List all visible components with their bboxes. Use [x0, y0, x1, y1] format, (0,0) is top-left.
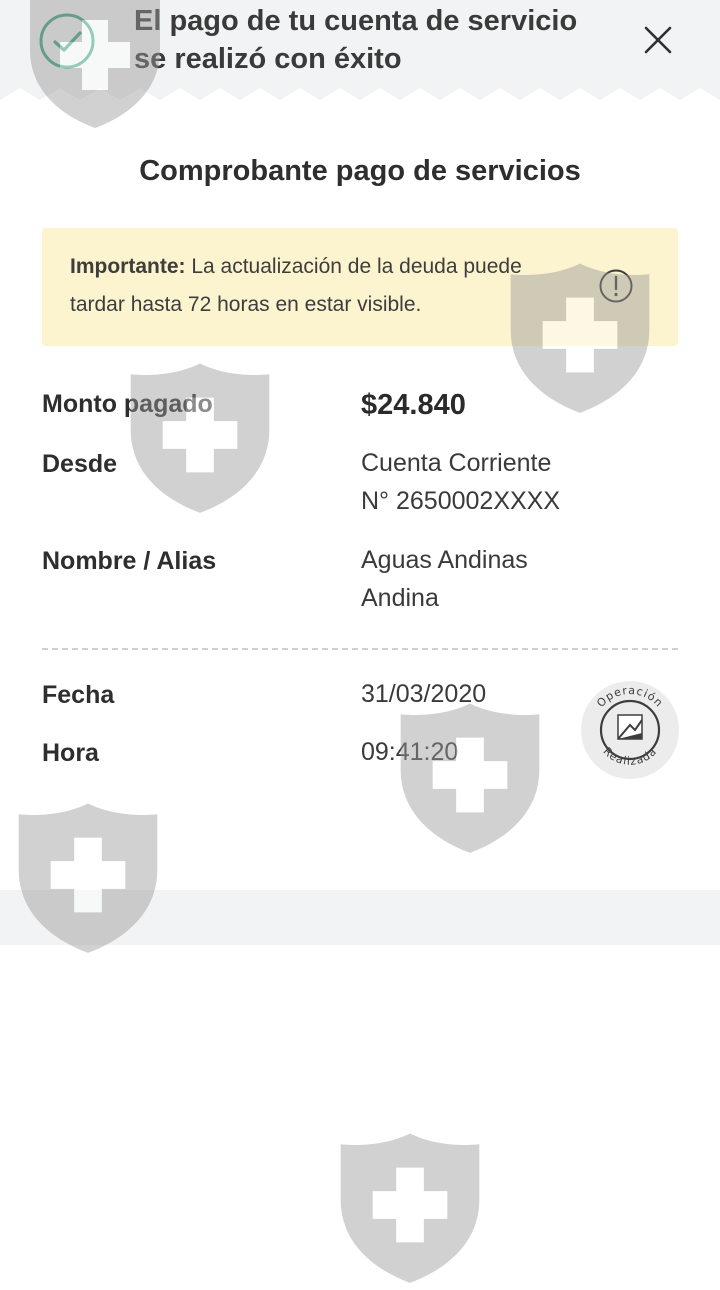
- watermark-shield-icon: [340, 1133, 480, 1283]
- success-title: El pago de tu cuenta de servicio se real…: [134, 2, 614, 78]
- alert-circle-icon: [599, 269, 633, 303]
- amount-value: $24.840: [361, 389, 466, 421]
- date-label: Fecha: [42, 681, 115, 709]
- dashed-divider: [42, 648, 678, 650]
- important-notice: Importante: La actualización de la deuda…: [42, 228, 678, 346]
- success-title-line2: se realizó con éxito: [134, 43, 402, 75]
- notice-text: Importante: La actualización de la deuda…: [70, 248, 580, 324]
- close-icon[interactable]: [640, 22, 676, 58]
- check-circle-icon: [39, 13, 95, 69]
- name-label: Nombre / Alias: [42, 547, 217, 575]
- time-value: 09:41:20: [361, 738, 459, 766]
- receipt-bottom-edge: [0, 853, 720, 883]
- operation-stamp-icon: Operación Realizada: [581, 681, 679, 779]
- time-label: Hora: [42, 739, 99, 767]
- from-value: Cuenta Corriente N° 2650002XXXX: [361, 444, 560, 520]
- receipt-top-edge: [0, 88, 720, 118]
- from-account-type: Cuenta Corriente: [361, 449, 552, 477]
- date-value: 31/03/2020: [361, 680, 487, 708]
- notice-bold: Importante:: [70, 255, 186, 278]
- name-line2: Andina: [361, 584, 439, 612]
- success-header: El pago de tu cuenta de servicio se real…: [0, 0, 720, 90]
- name-value: Aguas Andinas Andina: [361, 541, 528, 617]
- from-account-number: N° 2650002XXXX: [361, 487, 561, 515]
- name-line1: Aguas Andinas: [361, 546, 528, 574]
- amount-label: Monto pagado: [42, 390, 213, 418]
- receipt-title: Comprobante pago de servicios: [139, 155, 581, 187]
- success-title-line1: El pago de tu cuenta de servicio: [134, 5, 578, 37]
- from-label: Desde: [42, 450, 118, 478]
